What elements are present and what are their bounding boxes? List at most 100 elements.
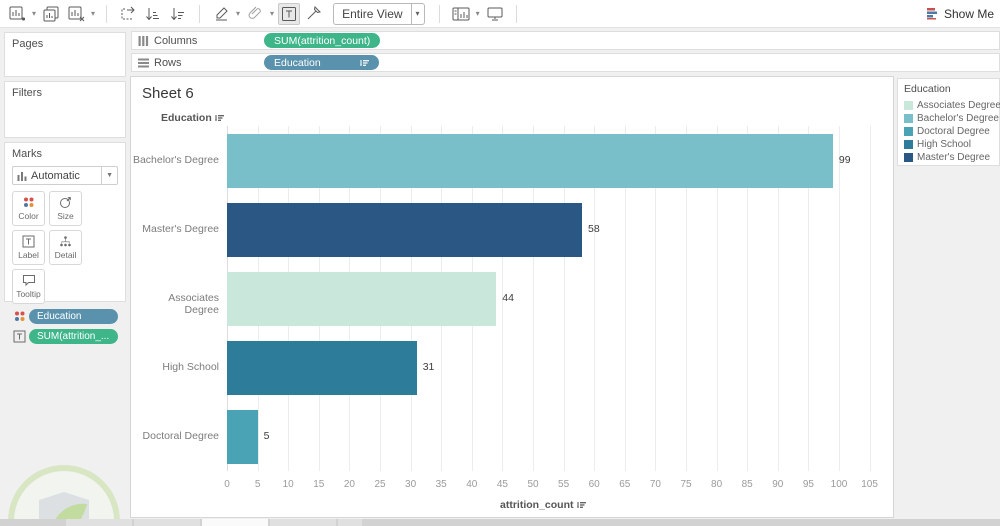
bar-row: Associates Degree 44 xyxy=(131,264,893,333)
tooltip-button[interactable]: Tooltip xyxy=(12,269,45,304)
category-label[interactable]: Master's Degree xyxy=(131,223,219,235)
legend-item-doctoral-degree[interactable]: Doctoral Degree xyxy=(904,125,993,138)
legend-items: Associates Degree Bachelor's Degree Doctor… xyxy=(904,99,1000,164)
marks-button-label: Size xyxy=(57,211,74,221)
x-axis-tick-label: 45 xyxy=(496,479,508,490)
highlight-icon[interactable] xyxy=(210,3,232,25)
group-members-dropdown-icon[interactable]: ▾ xyxy=(269,9,275,18)
legend-item-master-s-degree[interactable]: Master's Degree xyxy=(904,151,993,164)
rows-shelf[interactable]: Rows Education xyxy=(131,53,1000,72)
fit-mode-caret-icon[interactable]: ▾ xyxy=(410,3,424,24)
bar-associates-degree[interactable] xyxy=(227,271,497,326)
marks-button-label: Label xyxy=(18,250,39,260)
x-axis-tick-label: 75 xyxy=(680,479,692,490)
x-axis-tick-label: 30 xyxy=(405,479,417,490)
marks-pill-education[interactable]: Education xyxy=(29,309,118,324)
show-hide-cards-icon[interactable] xyxy=(450,3,472,25)
columns-shelf-label: Columns xyxy=(132,35,232,47)
x-axis-tick-label: 50 xyxy=(527,479,539,490)
color-icon xyxy=(22,196,35,209)
new-sheet-tab-button[interactable] xyxy=(338,519,362,526)
rows-pill-label: Education xyxy=(274,56,321,69)
clear-sheet-icon[interactable] xyxy=(65,3,87,25)
label-icon xyxy=(12,330,26,343)
sheet-tab-active[interactable] xyxy=(202,519,268,526)
new-worksheet-icon[interactable] xyxy=(6,3,28,25)
bar-master-s-degree[interactable] xyxy=(227,202,582,257)
show-mark-labels-icon[interactable] xyxy=(278,2,301,25)
bar-value-label: 5 xyxy=(263,430,270,442)
rows-icon xyxy=(138,58,149,67)
x-axis-tick-label: 85 xyxy=(741,479,753,490)
marks-card-title: Marks xyxy=(12,148,42,160)
x-axis-tick-label: 100 xyxy=(830,479,848,490)
size-button[interactable]: Size xyxy=(49,191,82,226)
bar-row: High School 31 xyxy=(131,333,893,402)
columns-pill-sum-attrition-count[interactable]: SUM(attrition_count) xyxy=(264,33,381,48)
rows-shelf-text: Rows xyxy=(154,56,182,69)
category-label[interactable]: Bachelor's Degree xyxy=(131,154,219,166)
marks-pill-row: SUM(attrition_... xyxy=(12,329,118,344)
sheet-tab[interactable] xyxy=(134,519,200,526)
legend-item-associates-degree[interactable]: Associates Degree xyxy=(904,99,1000,112)
category-label[interactable]: Associates Degree xyxy=(131,292,219,316)
x-axis-tick-label: 40 xyxy=(466,479,478,490)
mark-type-dropdown[interactable]: Automatic ▼ xyxy=(12,166,118,185)
color-icon xyxy=(12,310,26,323)
legend-swatch xyxy=(904,114,913,123)
rows-shelf-label: Rows xyxy=(132,57,232,69)
rows-pill-education[interactable]: Education xyxy=(264,55,379,70)
detail-button[interactable]: Detail xyxy=(49,230,82,265)
marks-button-label: Color xyxy=(18,211,39,221)
legend-swatch xyxy=(904,140,913,149)
legend-label: Master's Degree xyxy=(917,152,991,163)
row-header[interactable]: Education xyxy=(161,112,224,124)
marks-pills: Education SUM(attrition_... xyxy=(12,309,118,344)
legend-swatch xyxy=(904,153,913,162)
sheet-tab[interactable] xyxy=(270,519,336,526)
marks-button-label: Detail xyxy=(54,250,77,260)
color-button[interactable]: Color xyxy=(12,191,45,226)
legend-item-high-school[interactable]: High School xyxy=(904,138,993,151)
tooltip-icon xyxy=(22,274,36,287)
presentation-mode-icon[interactable] xyxy=(484,3,506,25)
detail-icon xyxy=(59,235,72,248)
sort-icon[interactable] xyxy=(576,501,586,509)
label-button[interactable]: Label xyxy=(12,230,45,265)
filters-card-title: Filters xyxy=(12,87,42,99)
highlight-dropdown-icon[interactable]: ▾ xyxy=(235,9,241,18)
legend-label: High School xyxy=(917,139,971,150)
new-worksheet-dropdown-icon[interactable]: ▾ xyxy=(31,9,37,18)
bar-bachelor-s-degree[interactable] xyxy=(227,133,833,188)
color-legend-card: Education Associates Degree Bachelor's De… xyxy=(897,78,1000,166)
show-hide-cards-dropdown-icon[interactable]: ▾ xyxy=(475,9,481,18)
fix-axes-icon[interactable] xyxy=(303,3,325,25)
toolbar: ▾ ▾ ▾ ▾ Entire View ▾ ▾ Show Me xyxy=(0,0,1000,28)
marks-pill-row: Education xyxy=(12,309,118,324)
sort-icon[interactable] xyxy=(214,114,224,122)
marks-pill-sum-attrition-[interactable]: SUM(attrition_... xyxy=(29,329,118,344)
sort-descending-icon[interactable] xyxy=(167,3,189,25)
sort-ascending-icon[interactable] xyxy=(142,3,164,25)
sheet-tabs-strip[interactable] xyxy=(0,519,1000,526)
fit-mode-dropdown[interactable]: Entire View ▾ xyxy=(333,2,425,25)
clear-sheet-dropdown-icon[interactable]: ▾ xyxy=(90,9,96,18)
bar-high-school[interactable] xyxy=(227,340,417,395)
group-members-icon[interactable] xyxy=(244,3,266,25)
legend-label: Doctoral Degree xyxy=(917,126,990,137)
columns-shelf[interactable]: Columns SUM(attrition_count) xyxy=(131,31,1000,50)
show-me-button[interactable]: Show Me xyxy=(926,7,994,21)
legend-item-bachelor-s-degree[interactable]: Bachelor's Degree xyxy=(904,112,999,125)
x-axis-title[interactable]: attrition_count xyxy=(500,499,586,511)
category-label[interactable]: Doctoral Degree xyxy=(131,430,219,442)
pages-card[interactable]: Pages xyxy=(4,32,126,77)
watermark-shield-icon xyxy=(8,465,120,526)
duplicate-sheet-icon[interactable] xyxy=(40,3,62,25)
bar-doctoral-degree[interactable] xyxy=(227,409,258,464)
mark-type-caret-icon[interactable]: ▼ xyxy=(101,167,117,184)
category-label[interactable]: High School xyxy=(131,361,219,373)
filters-card[interactable]: Filters xyxy=(4,81,126,138)
sheet-tab[interactable] xyxy=(66,519,132,526)
swap-rows-columns-icon[interactable] xyxy=(117,3,139,25)
bar-value-label: 99 xyxy=(838,154,851,166)
